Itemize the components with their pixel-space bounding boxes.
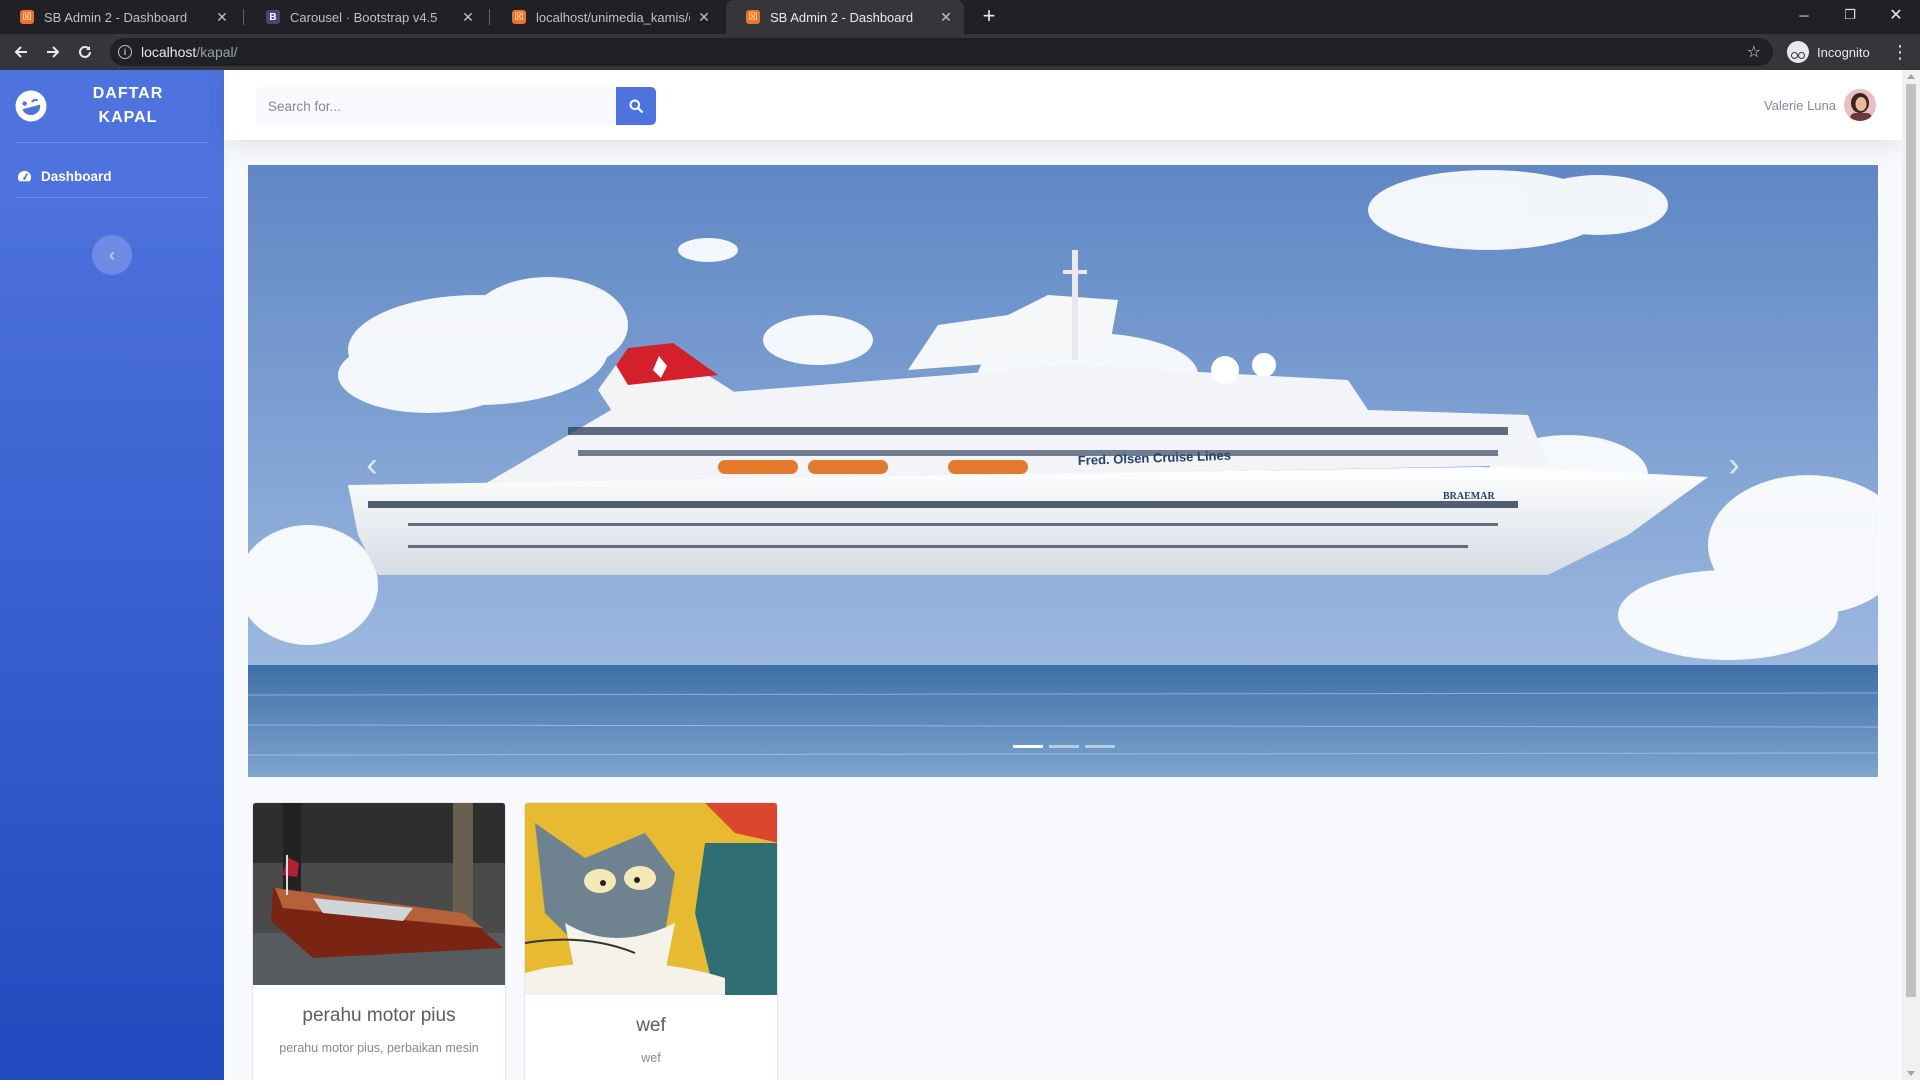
info-icon[interactable]: i [118,45,132,59]
address-bar[interactable]: i localhost/kapal/ ☆ [110,38,1773,66]
carousel-indicator-3[interactable] [1085,745,1115,748]
tab-title: localhost/unimedia_kamis/edit_fr [536,9,690,25]
close-window-button[interactable]: ✕ [1873,0,1919,30]
carousel-indicators [1013,745,1115,748]
browser-tab-3[interactable]: ☒ localhost/unimedia_kamis/edit_fr ✕ [492,0,722,34]
restore-button[interactable]: ❐ [1827,0,1873,30]
minimize-button[interactable]: ─ [1781,0,1827,30]
tab-title: SB Admin 2 - Dashboard [770,9,914,25]
reload-button[interactable] [72,39,98,65]
close-icon[interactable]: ✕ [696,9,712,26]
sidebar-item-dashboard[interactable]: Dashboard [0,156,224,196]
carousel-indicator-1[interactable] [1013,745,1043,748]
xampp-icon: ☒ [746,10,760,24]
brand-title: DAFTAR KAPAL [92,85,164,126]
ship-card-1[interactable]: perahu motor pius perahu motor pius, per… [252,802,506,1080]
search-button[interactable] [616,87,656,125]
search-input[interactable] [256,87,616,125]
card-image-cat [525,803,777,995]
user-name: Valerie Luna [1763,97,1836,113]
reload-icon [79,45,91,58]
card-text: wef [641,1051,661,1065]
user-dropdown[interactable]: Valerie Luna [1764,88,1876,122]
card-title: wef [636,1015,666,1036]
topbar: Valerie Luna [224,70,1902,140]
carousel-next-button[interactable]: › [1704,435,1764,495]
arrow-left-icon [14,46,27,58]
sidebar-brand[interactable]: DAFTAR KAPAL [0,70,224,142]
scroll-up-arrow[interactable] [1907,74,1915,79]
laugh-wink-icon [15,90,47,122]
ship-carousel: Fred. Olsen Cruise Lines BRAEMAR ‹ › [248,165,1878,777]
sidebar-toggle-button[interactable]: ‹ [92,235,132,275]
scrollbar-thumb[interactable] [1906,84,1916,997]
xampp-icon: ☒ [20,10,34,24]
sidebar-divider [16,142,208,143]
search-icon [629,99,643,113]
page-viewport: DAFTAR KAPAL Dashboard ‹ Valerie [0,70,1920,1080]
close-icon[interactable]: ✕ [460,9,476,26]
carousel-slide-image: Fred. Olsen Cruise Lines BRAEMAR [248,165,1878,777]
avatar [1844,89,1876,121]
browser-tab-4-active[interactable]: ☒ SB Admin 2 - Dashboard ✕ [726,0,964,34]
chevron-left-icon: ‹ [109,244,115,265]
sidebar-divider [16,197,208,198]
url-path: /kapal/ [196,44,238,60]
chevron-right-icon: › [1728,445,1740,484]
scroll-down-arrow[interactable] [1907,1071,1915,1076]
ship-card-2[interactable]: wef wef [524,802,778,1080]
incognito-label: Incognito [1817,44,1870,60]
browser-menu-icon[interactable]: ⋮ [1890,39,1910,65]
tachometer-icon [17,170,32,181]
incognito-icon [1787,41,1809,63]
back-button[interactable] [8,39,34,65]
bootstrap-icon: B [266,10,280,24]
card-title: perahu motor pius [302,1005,456,1026]
bookmark-star-icon[interactable]: ☆ [1747,42,1761,62]
tab-title: Carousel · Bootstrap v4.5 [290,9,438,25]
sidebar: DAFTAR KAPAL Dashboard ‹ [0,70,224,1080]
page-scrollbar[interactable] [1902,70,1920,1080]
carousel-prev-button[interactable]: ‹ [342,435,402,495]
card-image-boat [253,803,505,985]
incognito-badge[interactable]: Incognito [1787,38,1870,66]
tab-title: SB Admin 2 - Dashboard [44,9,188,25]
close-icon[interactable]: ✕ [938,9,954,26]
new-tab-button[interactable]: + [976,4,1002,30]
browser-toolbar: i localhost/kapal/ ☆ Incognito ⋮ [0,34,1920,70]
url-host: localhost [141,44,197,60]
xampp-icon: ☒ [512,10,526,24]
forward-button[interactable] [40,39,66,65]
browser-tab-1[interactable]: ☒ SB Admin 2 - Dashboard ✕ [0,0,240,34]
card-text: perahu motor pius, perbaikan mesin [279,1041,479,1055]
search-form [256,87,656,125]
chevron-left-icon: ‹ [366,445,378,484]
arrow-right-icon [47,46,60,58]
browser-tab-2[interactable]: B Carousel · Bootstrap v4.5 ✕ [246,0,486,34]
carousel-indicator-2[interactable] [1049,745,1079,748]
close-icon[interactable]: ✕ [214,9,230,26]
tab-strip: ☒ SB Admin 2 - Dashboard ✕ B Carousel · … [0,0,1920,34]
ship-text-2: BRAEMAR [1443,491,1495,502]
sidebar-item-label: Dashboard [41,168,112,184]
